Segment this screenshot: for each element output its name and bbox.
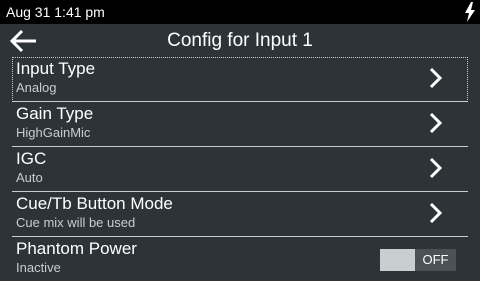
row-label: Input Type [16, 59, 96, 78]
row-igc[interactable]: IGC Auto [12, 147, 468, 192]
row-gain-type[interactable]: Gain Type HighGainMic [12, 102, 468, 147]
status-time: Aug 31 1:41 pm [6, 4, 105, 20]
row-cue-tb-button-mode[interactable]: Cue/Tb Button Mode Cue mix will be used [12, 192, 468, 237]
chevron-right-icon [429, 157, 443, 179]
toggle-knob [380, 249, 415, 271]
chevron-right-icon [429, 67, 443, 89]
phantom-power-toggle[interactable]: OFF [380, 249, 456, 271]
row-phantom-power: Phantom Power Inactive OFF [12, 237, 468, 281]
page-title: Config for Input 1 [167, 30, 313, 51]
row-value: Analog [16, 80, 57, 95]
chevron-right-icon [429, 112, 443, 134]
row-input-type[interactable]: Input Type Analog [12, 57, 468, 102]
row-label: Cue/Tb Button Mode [16, 194, 173, 213]
toggle-state: OFF [422, 252, 449, 267]
row-value: Inactive [16, 260, 61, 275]
header-bar: Config for Input 1 [0, 24, 480, 57]
status-bar: Aug 31 1:41 pm [0, 0, 480, 24]
row-label: IGC [16, 149, 47, 168]
row-label: Gain Type [16, 104, 94, 123]
settings-list: Input Type Analog Gain Type HighGainMic … [12, 57, 468, 281]
row-value: Cue mix will be used [16, 215, 136, 230]
chevron-right-icon [429, 202, 443, 224]
charging-bolt-icon [465, 2, 475, 22]
row-label: Phantom Power [16, 239, 137, 258]
row-value: HighGainMic [16, 125, 91, 140]
row-value: Auto [16, 170, 43, 185]
